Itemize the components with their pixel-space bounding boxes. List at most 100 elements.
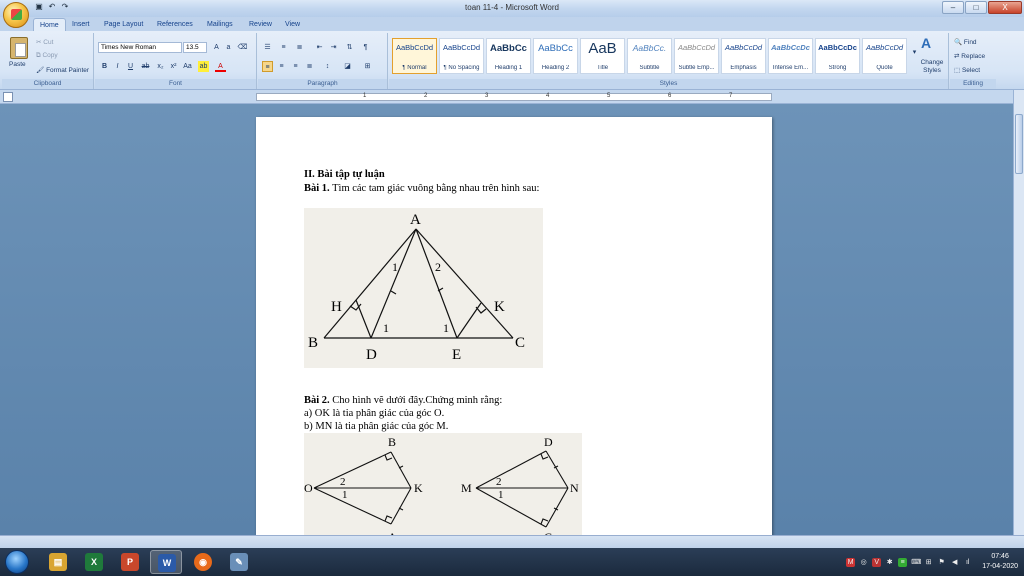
taskbar-app-word[interactable]: W (150, 550, 182, 574)
align-center-icon[interactable]: ≡ (276, 61, 287, 72)
label-k: K (494, 299, 505, 315)
change-styles-icon[interactable]: A (921, 35, 931, 51)
find-button[interactable]: 🔍 Find (954, 38, 977, 46)
taskbar: ▤ X P W ◉ ✎ M ◎ V ✱ ≡ ⌨ ⊞ ⚑ ◀ ıl 07:46 1… (0, 548, 1024, 576)
taskbar-app-explorer[interactable]: ▤ (42, 550, 74, 574)
style-intense-emphasis[interactable]: AaBbCcDc Intense Em... (768, 38, 813, 74)
superscript-icon[interactable]: x² (168, 61, 179, 72)
italic-icon[interactable]: I (112, 61, 123, 72)
numbering-icon[interactable]: ≡ (278, 42, 289, 53)
close-button[interactable]: X (988, 1, 1022, 14)
tab-review[interactable]: Review (243, 18, 278, 31)
style-heading-1[interactable]: AaBbCc Heading 1 (486, 38, 531, 74)
align-left-icon[interactable]: ≡ (262, 61, 273, 72)
style-title[interactable]: AaB Title (580, 38, 625, 74)
style-sample: AaBbCcDd (724, 43, 763, 52)
align-right-icon[interactable]: ≡ (290, 61, 301, 72)
style-quote[interactable]: AaBbCcDd Quote (862, 38, 907, 74)
cut-button[interactable]: ✂ Cut (36, 38, 53, 46)
copy-button[interactable]: ⧉ Copy (36, 52, 58, 60)
subscript-icon[interactable]: x₂ (155, 61, 166, 72)
taskbar-app-presentation[interactable]: P (114, 550, 146, 574)
maximize-button[interactable]: □ (965, 1, 987, 14)
strikethrough-icon[interactable]: ab (140, 61, 151, 72)
bullets-icon[interactable]: ☰ (262, 42, 273, 53)
figure-1-diagram: A B C D E H K 1 2 1 1 (308, 212, 525, 363)
replace-label: Replace (961, 53, 986, 60)
style-normal[interactable]: AaBbCcDd ¶ Normal (392, 38, 437, 74)
paste-icon[interactable] (10, 37, 28, 59)
multilevel-list-icon[interactable]: ≣ (294, 42, 305, 53)
style-name: Strong (828, 65, 847, 71)
office-button[interactable] (3, 2, 29, 28)
volume-icon[interactable]: ◀ (950, 558, 959, 567)
shrink-font-icon[interactable]: a (223, 42, 234, 53)
change-case-icon[interactable]: Aa (182, 61, 193, 72)
style-name: ¶ No Spacing (443, 65, 480, 71)
clear-format-icon[interactable]: ⌫ (237, 42, 248, 53)
taskbar-app-firefox[interactable]: ◉ (187, 550, 219, 574)
highlight-icon[interactable]: ab (198, 61, 209, 72)
shading-icon[interactable]: ◪ (342, 61, 353, 72)
camera-icon[interactable]: ◎ (859, 558, 868, 567)
tab-view[interactable]: View (279, 18, 306, 31)
underline-icon[interactable]: U (125, 61, 136, 72)
scrollbar-thumb[interactable] (1015, 114, 1023, 174)
document-page[interactable]: II. Bài tập tự luận Bài 1. Tìm các tam g… (256, 117, 772, 535)
style-emphasis[interactable]: AaBbCcDd Emphasis (721, 38, 766, 74)
decrease-indent-icon[interactable]: ⇤ (314, 42, 325, 53)
font-color-icon[interactable]: A (215, 61, 226, 72)
style-subtle-emphasis[interactable]: AaBbCcDd Subtle Emp... (674, 38, 719, 74)
sort-icon[interactable]: ⇅ (344, 42, 355, 53)
minimize-button[interactable]: – (942, 1, 964, 14)
signal-icon[interactable]: ıl (963, 558, 972, 567)
tab-mailings[interactable]: Mailings (201, 18, 239, 31)
style-sample: AaBbCcDd (865, 43, 904, 52)
start-button[interactable] (5, 550, 29, 574)
ruler-number: 3 (485, 93, 489, 99)
bold-icon[interactable]: B (99, 61, 110, 72)
increase-indent-icon[interactable]: ⇥ (328, 42, 339, 53)
tab-insert[interactable]: Insert (66, 18, 96, 31)
style-sample: AaBbCcDc (771, 43, 810, 52)
style-heading-2[interactable]: AaBbCc Heading 2 (533, 38, 578, 74)
line-spacing-icon[interactable]: ↕ (322, 61, 333, 72)
bai1-text: Tìm các tam giác vuông bằng nhau trên hì… (329, 183, 540, 194)
paste-button[interactable]: Paste (9, 61, 26, 68)
grow-font-icon[interactable]: A (211, 42, 222, 53)
change-styles-button[interactable]: Change Styles (917, 59, 947, 75)
tab-references[interactable]: References (151, 18, 199, 31)
borders-icon[interactable]: ⊞ (362, 61, 373, 72)
show-formatting-icon[interactable]: ¶ (360, 42, 371, 53)
taskbar-app-excel[interactable]: X (78, 550, 110, 574)
select-button[interactable]: ⬚ Select (954, 66, 980, 74)
vertical-scrollbar[interactable] (1013, 90, 1024, 535)
gmail-icon[interactable]: M (846, 557, 856, 567)
styles-more-icon[interactable]: ▾ (909, 47, 920, 58)
label-h: H (331, 299, 342, 315)
horizontal-ruler[interactable]: 1 2 3 4 5 6 7 (256, 93, 772, 101)
style-sample: AaBbCc (490, 43, 527, 54)
tab-page-layout[interactable]: Page Layout (98, 18, 149, 31)
tab-selector-icon[interactable] (3, 92, 13, 102)
network-icon[interactable]: ⊞ (924, 558, 933, 567)
keyboard-icon[interactable]: ⌨ (911, 558, 921, 567)
green-app-icon[interactable]: ≡ (898, 557, 908, 567)
label-fig2-k: K (414, 481, 423, 495)
font-name-select[interactable]: Times New Roman (98, 42, 182, 53)
style-sample: AaBbCcDc (818, 43, 857, 52)
replace-button[interactable]: ⇄ Replace (954, 52, 985, 60)
v-app-icon[interactable]: V (872, 557, 882, 567)
clock[interactable]: 07:46 17-04-2020 (982, 552, 1018, 572)
ruler-number: 5 (607, 93, 611, 99)
bluetooth-icon[interactable]: ✱ (885, 558, 894, 567)
style-subtitle[interactable]: AaBbCc. Subtitle (627, 38, 672, 74)
flag-icon[interactable]: ⚑ (937, 558, 946, 567)
font-size-select[interactable]: 13.5 (183, 42, 207, 53)
tab-home[interactable]: Home (33, 18, 66, 31)
justify-icon[interactable]: ≣ (304, 61, 315, 72)
style-no-spacing[interactable]: AaBbCcDd ¶ No Spacing (439, 38, 484, 74)
format-painter-button[interactable]: 🖌 Format Painter (36, 66, 89, 74)
taskbar-app-paint[interactable]: ✎ (223, 550, 255, 574)
style-strong[interactable]: AaBbCcDc Strong (815, 38, 860, 74)
